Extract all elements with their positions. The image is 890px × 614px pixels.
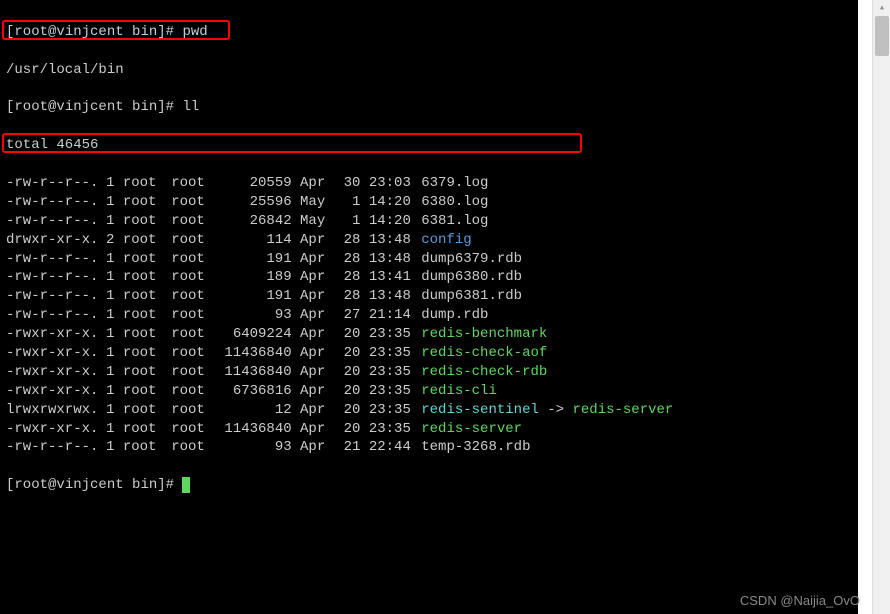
total-line: total 46456 — [6, 136, 852, 155]
list-item: -rw-r--r--. 1 root root 93 Apr 21 22:44 … — [6, 438, 852, 457]
terminal-window[interactable]: [root@vinjcent bin]# pwd /usr/local/bin … — [0, 0, 858, 614]
list-item: -rw-r--r--. 1 root root 93 Apr 27 21:14 … — [6, 306, 852, 325]
prompt-line-3[interactable]: [root@vinjcent bin]# — [6, 476, 852, 495]
pwd-output: /usr/local/bin — [6, 61, 852, 80]
list-item: -rw-r--r--. 1 root root 26842 May 1 14:2… — [6, 212, 852, 231]
cmd-pwd: pwd — [182, 24, 207, 40]
prompt-line-2: [root@vinjcent bin]# ll — [6, 98, 852, 117]
scrollbar-thumb[interactable] — [875, 16, 889, 56]
list-item: -rwxr-xr-x. 1 root root 11436840 Apr 20 … — [6, 344, 852, 363]
list-item: -rw-r--r--. 1 root root 25596 May 1 14:2… — [6, 193, 852, 212]
list-item: -rw-r--r--. 1 root root 189 Apr 28 13:41… — [6, 268, 852, 287]
cmd-ll: ll — [182, 99, 199, 115]
list-item: drwxr-xr-x. 2 root root 114 Apr 28 13:48… — [6, 231, 852, 250]
watermark: CSDN @Naijia_OvO — [740, 593, 860, 608]
scroll-up-arrow[interactable]: ▴ — [876, 2, 888, 14]
list-item: -rwxr-xr-x. 1 root root 6736816 Apr 20 2… — [6, 382, 852, 401]
cursor — [182, 477, 190, 493]
list-item: -rwxr-xr-x. 1 root root 11436840 Apr 20 … — [6, 420, 852, 439]
prompt-line-1: [root@vinjcent bin]# pwd — [6, 23, 852, 42]
list-item: -rwxr-xr-x. 1 root root 6409224 Apr 20 2… — [6, 325, 852, 344]
list-item: -rw-r--r--. 1 root root 191 Apr 28 13:48… — [6, 287, 852, 306]
scrollbar[interactable]: ▴ — [872, 0, 890, 614]
file-listing: -rw-r--r--. 1 root root 20559 Apr 30 23:… — [6, 174, 852, 457]
list-item: -rwxr-xr-x. 1 root root 11436840 Apr 20 … — [6, 363, 852, 382]
list-item: -rw-r--r--. 1 root root 20559 Apr 30 23:… — [6, 174, 852, 193]
list-item: -rw-r--r--. 1 root root 191 Apr 28 13:48… — [6, 250, 852, 269]
list-item: lrwxrwxrwx. 1 root root 12 Apr 20 23:35 … — [6, 401, 852, 420]
